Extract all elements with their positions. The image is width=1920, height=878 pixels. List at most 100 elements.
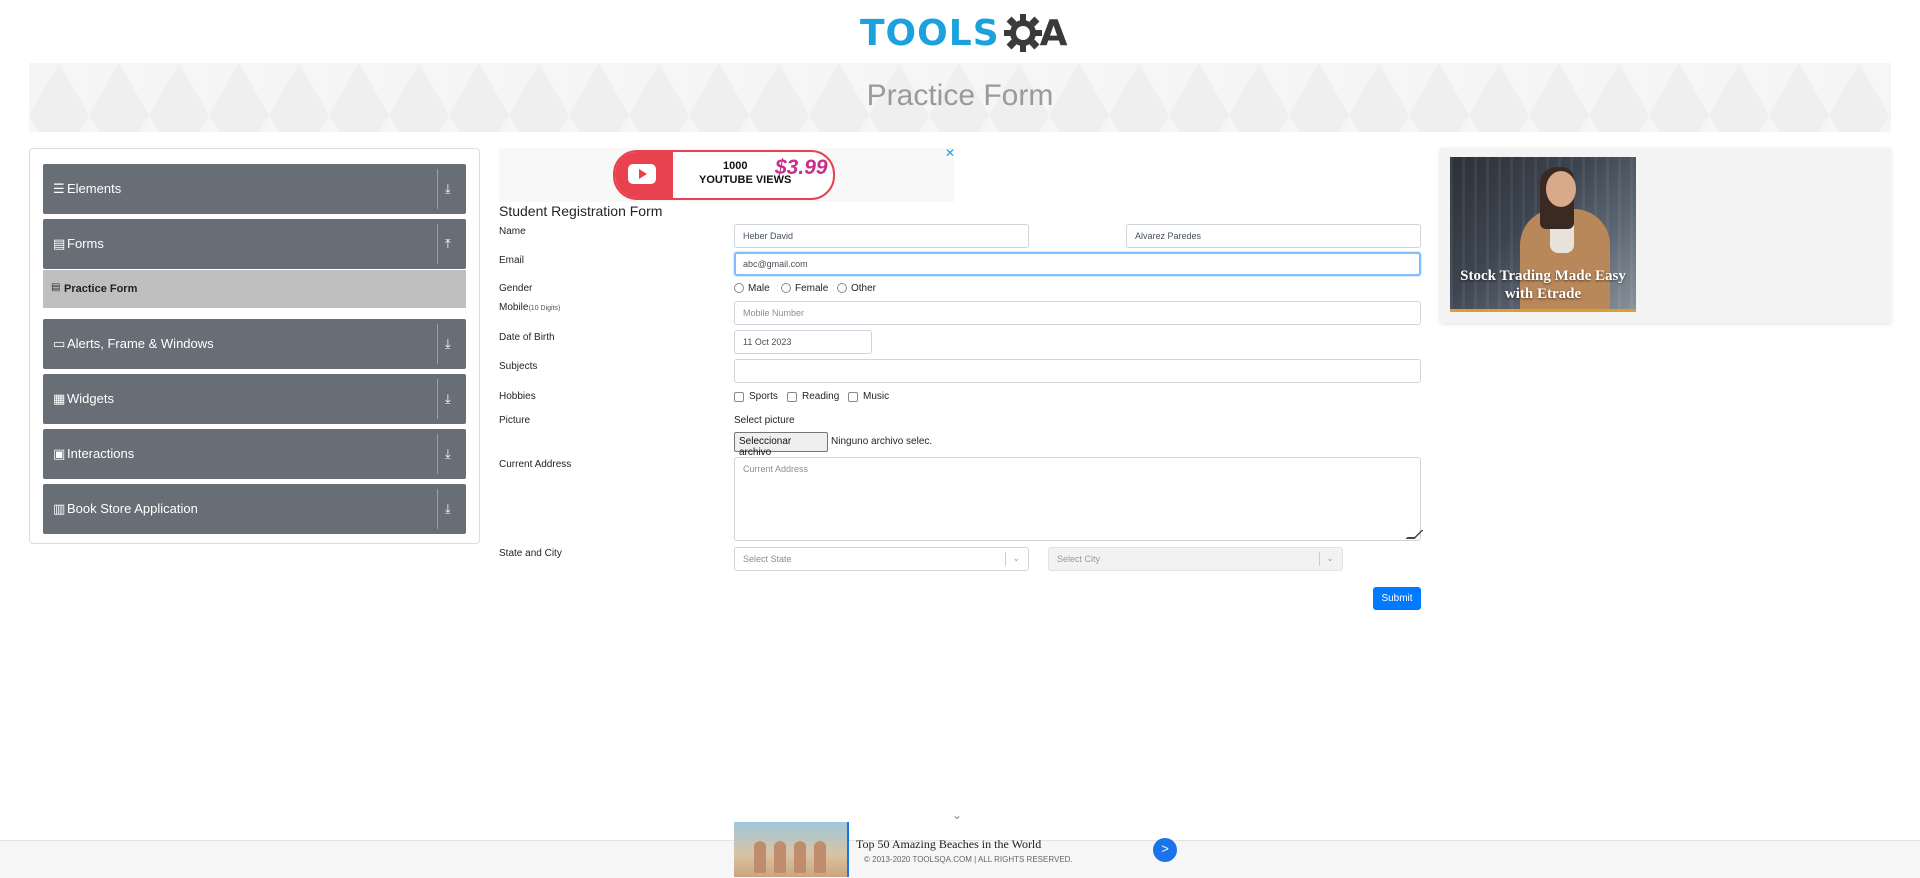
form-icon: ▤ [51, 282, 61, 293]
play-icon [639, 169, 647, 179]
choose-file-button[interactable]: Seleccionar archivo [734, 432, 828, 458]
first-name-input[interactable]: Heber David [734, 224, 1029, 248]
city-select[interactable]: Select City ⌄ [1048, 547, 1343, 571]
logo-tools-text: TOOLS [860, 12, 1000, 54]
interactions-icon: ▣ [53, 446, 66, 461]
hobbies-label: Hobbies [499, 391, 536, 402]
chevron-down-icon[interactable]: ⌄ [952, 808, 962, 822]
mobile-hint: (10 Digits) [528, 305, 561, 312]
ad-line-1: 1000 [723, 160, 748, 172]
bottom-ad-text[interactable]: Top 50 Amazing Beaches in the World [856, 837, 1041, 852]
name-label: Name [499, 226, 526, 237]
gear-icon [1003, 14, 1042, 52]
hobby-music-label[interactable]: Music [863, 391, 889, 402]
ad-go-button[interactable]: > [1153, 838, 1177, 862]
submit-button[interactable]: Submit [1373, 587, 1421, 610]
logo-a-text: A [1039, 12, 1068, 54]
window-icon: ▭ [53, 336, 66, 351]
gender-label: Gender [499, 283, 533, 294]
close-icon[interactable]: ✕ [945, 146, 955, 160]
hobby-reading-checkbox[interactable] [787, 392, 797, 402]
mobile-input[interactable]: Mobile Number [734, 301, 1421, 325]
separator [437, 224, 438, 264]
download-arrow-icon: ⤓ [445, 391, 451, 406]
subjects-input[interactable] [734, 359, 1421, 383]
beach-figure [774, 841, 786, 873]
form-icon: ▤ [53, 236, 66, 251]
sidebar-group-widgets[interactable]: ▦ Widgets ⤓ [43, 374, 466, 424]
sidebar-group-elements[interactable]: ☰ Elements ⤓ [43, 164, 466, 214]
gender-female-radio[interactable] [781, 283, 791, 293]
chevron-down-icon: ⌄ [1326, 553, 1334, 563]
state-select-placeholder: Select State [743, 554, 792, 564]
dob-label: Date of Birth [499, 332, 555, 343]
separator [1319, 552, 1320, 566]
ad-price: $3.99 [775, 156, 828, 179]
sidebar: ☰ Elements ⤓ ▤ Forms ⤒ ▤ Practice Form ▭… [29, 148, 480, 544]
hobby-reading-label[interactable]: Reading [802, 391, 839, 402]
state-city-label: State and City [499, 548, 562, 559]
upload-arrow-icon: ⤒ [445, 236, 451, 251]
hobby-music-checkbox[interactable] [848, 392, 858, 402]
bookstore-icon: ▥ [53, 501, 66, 516]
ad-accent-bar [1450, 309, 1636, 312]
download-arrow-icon: ⤓ [445, 181, 451, 196]
download-arrow-icon: ⤓ [445, 501, 451, 516]
last-name-input[interactable]: Alvarez Paredes [1126, 224, 1421, 248]
toolsqa-logo[interactable]: TOOLS A [860, 8, 1068, 58]
separator [437, 379, 438, 419]
state-select[interactable]: Select State ⌄ [734, 547, 1029, 571]
sidebar-item-label: Practice Form [64, 283, 138, 295]
separator [437, 324, 438, 364]
person-head-shape [1546, 171, 1576, 207]
mobile-label: Mobile(10 Digits) [499, 302, 560, 313]
page-banner: Practice Form [29, 63, 1891, 132]
right-ad-banner[interactable]: Stock Trading Made Easy with Etrade [1440, 148, 1891, 323]
sidebar-group-label: Forms [67, 236, 104, 251]
separator [437, 169, 438, 209]
ad-accent-bar [847, 822, 849, 877]
separator [1005, 552, 1006, 566]
hobby-sports-checkbox[interactable] [734, 392, 744, 402]
separator [437, 489, 438, 529]
download-arrow-icon: ⤓ [445, 446, 451, 461]
gender-female-label[interactable]: Female [795, 283, 828, 294]
picture-label: Picture [499, 415, 531, 426]
sidebar-group-label: Widgets [67, 391, 114, 406]
beach-figure [794, 841, 806, 873]
chevron-down-icon: ⌄ [1012, 553, 1020, 563]
ad-image[interactable]: Stock Trading Made Easy with Etrade [1450, 157, 1636, 312]
address-label: Current Address [499, 459, 572, 470]
ad-caption: Stock Trading Made Easy with Etrade [1460, 268, 1626, 302]
gender-male-radio[interactable] [734, 283, 744, 293]
subjects-label: Subjects [499, 361, 538, 372]
form-title: Student Registration Form [499, 203, 663, 219]
sidebar-group-label: Elements [67, 181, 122, 196]
top-ad-banner[interactable]: 1000 YOUTUBE VIEWS $3.99 [499, 148, 954, 202]
sidebar-group-label: Alerts, Frame & Windows [67, 336, 214, 351]
page-title: Practice Form [866, 79, 1054, 112]
beach-figure [754, 841, 766, 873]
gender-other-label[interactable]: Other [851, 283, 876, 294]
sidebar-group-alerts[interactable]: ▭ Alerts, Frame & Windows ⤓ [43, 319, 466, 369]
bottom-ad-image[interactable] [734, 822, 848, 877]
sidebar-group-interactions[interactable]: ▣ Interactions ⤓ [43, 429, 466, 479]
email-label: Email [499, 255, 525, 266]
current-address-textarea[interactable]: Current Address [734, 457, 1421, 541]
gender-other-radio[interactable] [837, 283, 847, 293]
separator [437, 434, 438, 474]
beach-figure [814, 841, 826, 873]
youtube-icon [615, 152, 673, 198]
sidebar-item-practice-form[interactable]: ▤ Practice Form [43, 270, 466, 308]
gender-male-label[interactable]: Male [748, 283, 770, 294]
ad-card[interactable]: 1000 YOUTUBE VIEWS $3.99 [613, 150, 835, 200]
email-input[interactable]: abc@gmail.com [734, 252, 1421, 276]
file-status-text: Ninguno archivo selec. [831, 436, 933, 447]
sidebar-group-label: Interactions [67, 446, 135, 461]
city-select-placeholder: Select City [1057, 554, 1101, 564]
dob-input[interactable]: 11 Oct 2023 [734, 330, 872, 354]
mobile-label-text: Mobile [499, 302, 529, 313]
sidebar-group-forms[interactable]: ▤ Forms ⤒ [43, 219, 466, 269]
sidebar-group-bookstore[interactable]: ▥ Book Store Application ⤓ [43, 484, 466, 534]
hobby-sports-label[interactable]: Sports [749, 391, 778, 402]
